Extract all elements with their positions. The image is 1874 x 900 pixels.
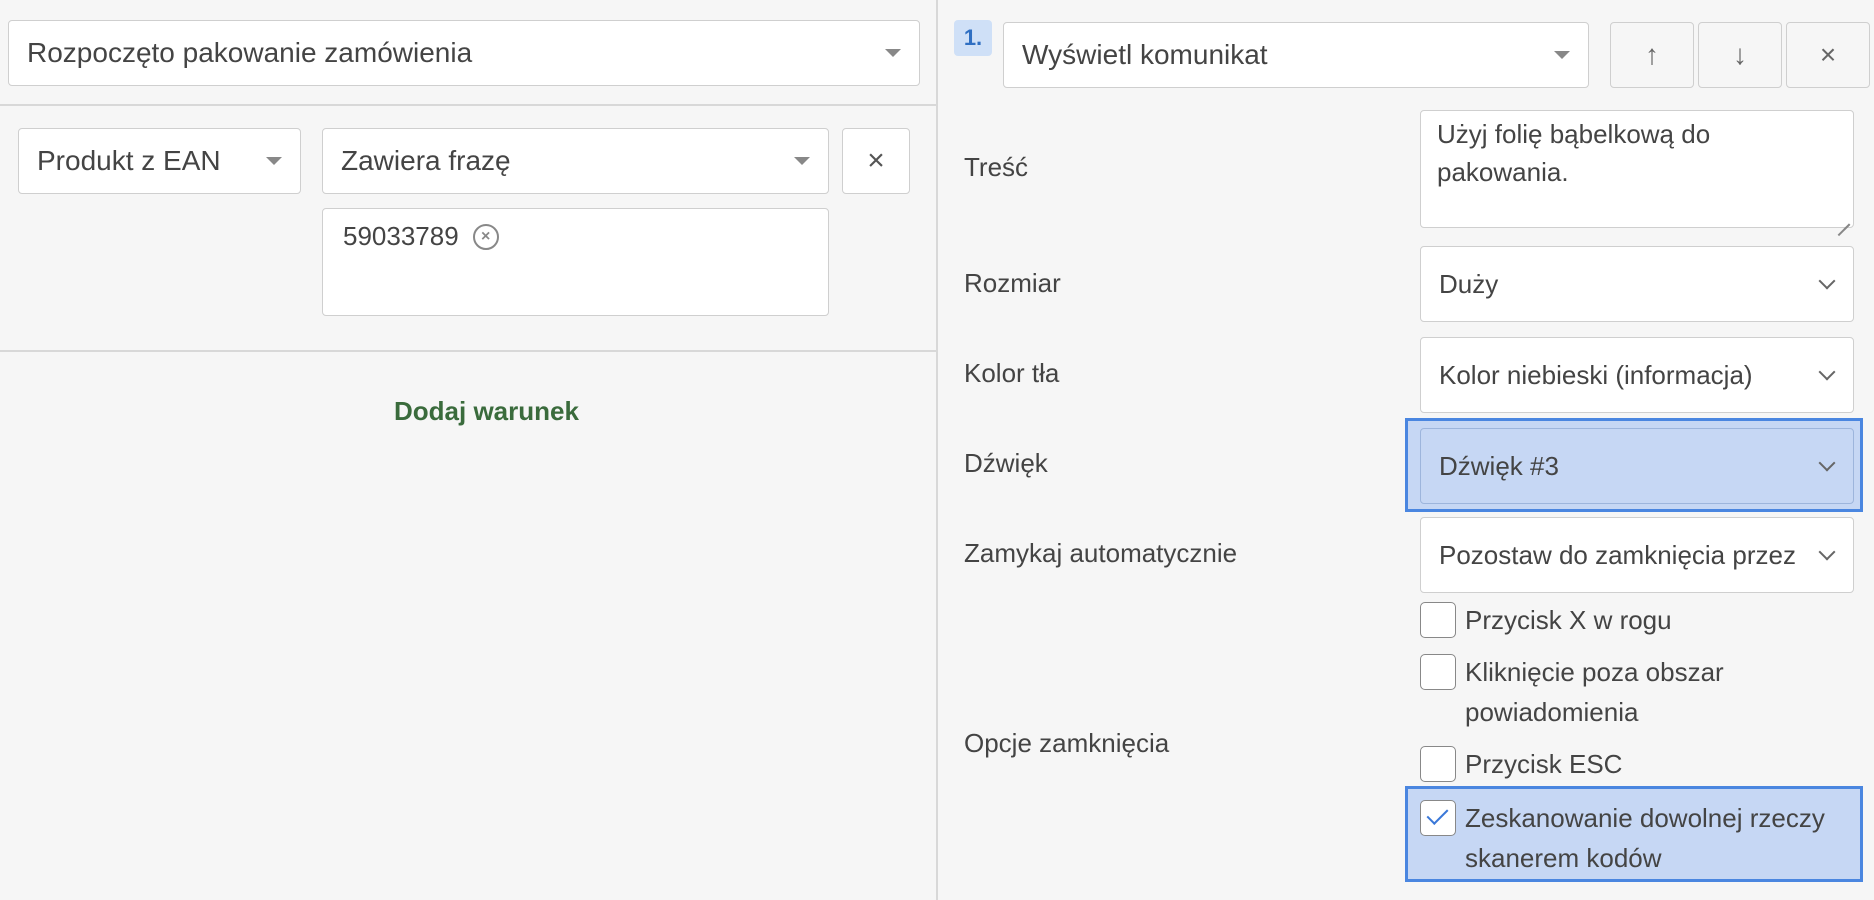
- close-option-esc-checkbox[interactable]: [1420, 746, 1456, 782]
- bg-color-label: Kolor tła: [964, 358, 1060, 388]
- size-value: Duży: [1439, 268, 1499, 299]
- remove-tag-icon[interactable]: ×: [472, 223, 499, 250]
- resize-handle-icon[interactable]: [1836, 210, 1850, 224]
- close-icon: ×: [867, 144, 885, 177]
- caret-down-icon: [1554, 51, 1570, 59]
- sound-value: Dźwięk #3: [1439, 450, 1559, 481]
- remove-action-button[interactable]: ×: [1786, 22, 1870, 88]
- close-option-outside-label[interactable]: Kliknięcie poza obszar powiadomienia: [1465, 652, 1805, 732]
- sound-select[interactable]: Dźwięk #3: [1420, 428, 1854, 504]
- move-up-button[interactable]: ↑: [1610, 22, 1694, 88]
- chevron-down-icon: [1818, 543, 1836, 561]
- condition-values-input[interactable]: 59033789 ×: [322, 208, 829, 316]
- condition-field-select[interactable]: Produkt z EAN: [18, 128, 301, 194]
- condition-field-value: Produkt z EAN: [37, 145, 221, 176]
- sound-label: Dźwięk: [964, 448, 1048, 478]
- chevron-down-icon: [1818, 454, 1836, 472]
- bg-color-value: Kolor niebieski (informacja): [1439, 359, 1753, 390]
- content-label: Treść: [964, 152, 1029, 182]
- size-label: Rozmiar: [964, 268, 1061, 298]
- chevron-down-icon: [1818, 363, 1836, 381]
- action-type-value: Wyświetl komunikat: [1022, 39, 1268, 70]
- step-number-badge: 1.: [954, 20, 992, 56]
- content-text: Użyj folię bąbelkową do pakowania.: [1437, 119, 1711, 187]
- trigger-event-value: Rozpoczęto pakowanie zamówienia: [27, 37, 473, 68]
- trigger-event-select[interactable]: Rozpoczęto pakowanie zamówienia: [8, 20, 920, 86]
- close-option-x-checkbox[interactable]: [1420, 602, 1456, 638]
- autoclose-value: Pozostaw do zamknięcia przez: [1439, 539, 1796, 570]
- arrow-up-icon: ↑: [1645, 39, 1659, 70]
- bg-color-select[interactable]: Kolor niebieski (informacja): [1420, 337, 1854, 413]
- autoclose-select[interactable]: Pozostaw do zamknięcia przez: [1420, 517, 1854, 593]
- add-condition-link[interactable]: Dodaj warunek: [394, 396, 579, 427]
- move-down-button[interactable]: ↓: [1698, 22, 1782, 88]
- close-option-outside-checkbox[interactable]: [1420, 654, 1456, 690]
- caret-down-icon: [885, 49, 901, 57]
- close-option-esc-label[interactable]: Przycisk ESC: [1465, 744, 1622, 784]
- close-icon: ×: [1819, 39, 1837, 70]
- condition-operator-select[interactable]: Zawiera frazę: [322, 128, 829, 194]
- caret-down-icon: [266, 157, 282, 165]
- content-textarea[interactable]: Użyj folię bąbelkową do pakowania.: [1420, 110, 1854, 228]
- caret-down-icon: [794, 157, 810, 165]
- condition-operator-value: Zawiera frazę: [341, 145, 511, 176]
- autoclose-label: Zamykaj automatycznie: [964, 538, 1238, 568]
- value-tag-text: 59033789: [343, 221, 459, 251]
- remove-condition-button[interactable]: ×: [842, 128, 910, 194]
- value-tag: 59033789 ×: [343, 221, 499, 252]
- size-select[interactable]: Duży: [1420, 246, 1854, 322]
- close-option-scan-checkbox[interactable]: [1420, 800, 1456, 836]
- close-options-label: Opcje zamknięcia: [964, 728, 1170, 758]
- automation-editor: Rozpoczęto pakowanie zamówienia Produkt …: [0, 0, 1874, 900]
- close-option-x-label[interactable]: Przycisk X w rogu: [1465, 600, 1672, 640]
- close-option-scan-label[interactable]: Zeskanowanie dowolnej rzeczy skanerem ko…: [1465, 798, 1855, 878]
- action-type-select[interactable]: Wyświetl komunikat: [1003, 22, 1589, 88]
- arrow-down-icon: ↓: [1733, 39, 1747, 70]
- chevron-down-icon: [1818, 272, 1836, 290]
